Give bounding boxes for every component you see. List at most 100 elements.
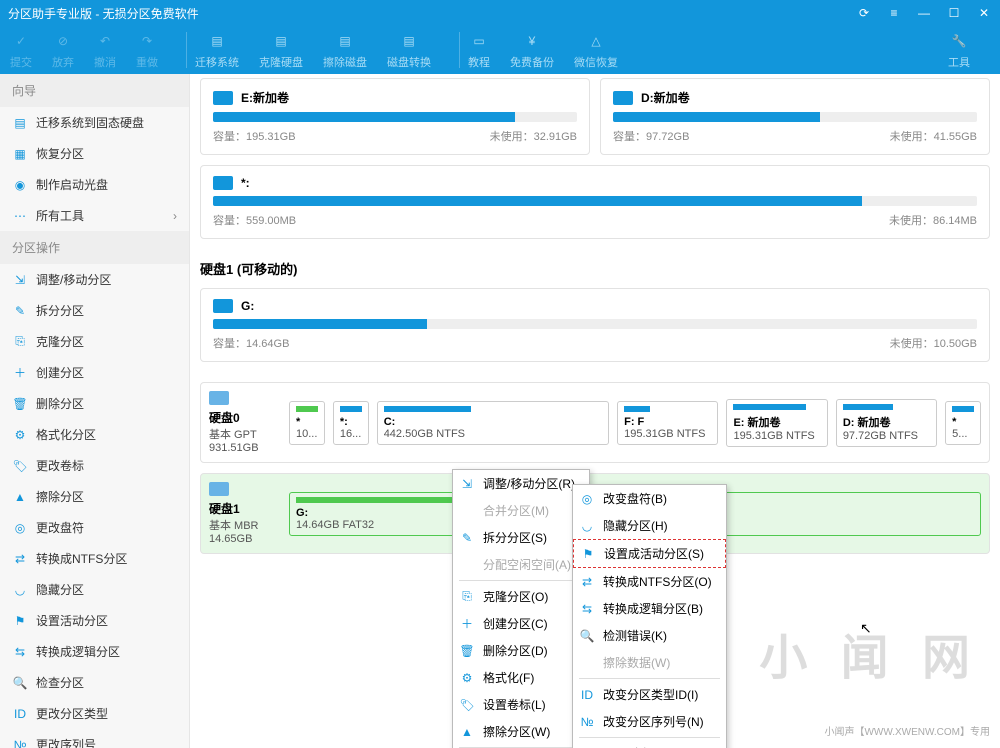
- disk-icon: ▤: [334, 30, 356, 52]
- search-icon: 🔍: [579, 628, 595, 644]
- volume-star[interactable]: *: 容量：559.00MB未使用：86.14MB: [200, 165, 990, 239]
- volume-d[interactable]: D:新加卷 容量：97.72GB未使用：41.55GB: [600, 78, 990, 155]
- undo-button[interactable]: ↶撤消: [94, 30, 116, 70]
- split-icon: ✎: [459, 530, 475, 546]
- sidebar-item-split[interactable]: ✎拆分分区: [0, 295, 189, 326]
- sidebar-item-alltools[interactable]: ⋯所有工具›: [0, 200, 189, 231]
- submit-button[interactable]: ✓提交: [10, 30, 32, 70]
- window-title: 分区助手专业版 - 无损分区免费软件: [8, 5, 856, 22]
- migrate-button[interactable]: ▤迁移系统: [195, 30, 239, 70]
- cursor-icon: ↖: [860, 620, 872, 637]
- tools-button[interactable]: 🔧工具: [948, 30, 970, 70]
- flag-icon: ⚑: [580, 546, 596, 562]
- convert-button[interactable]: ▤磁盘转换: [387, 30, 431, 70]
- eye-icon: ◡: [579, 518, 595, 534]
- sidebar-item-create[interactable]: ＋创建分区: [0, 357, 189, 388]
- volume-e[interactable]: E:新加卷 容量：195.31GB未使用：32.91GB: [200, 78, 590, 155]
- sidebar-item-delete[interactable]: 🗑删除分区: [0, 388, 189, 419]
- partition-box[interactable]: *5...: [945, 401, 981, 445]
- sidebar-item-typeid[interactable]: ID更改分区类型: [0, 698, 189, 729]
- letter-icon: ◎: [12, 520, 28, 536]
- partition-box[interactable]: E: 新加卷195.31GB NTFS: [726, 399, 827, 447]
- split-icon: ✎: [12, 303, 28, 319]
- dots-icon: ⋯: [12, 208, 28, 224]
- sidebar-item-letter[interactable]: ◎更改盘符: [0, 512, 189, 543]
- sidebar-item-wipe[interactable]: ▲擦除分区: [0, 481, 189, 512]
- wrench-icon: 🔧: [948, 30, 970, 52]
- ctx-ntfs[interactable]: ⇄转换成NTFS分区(O): [573, 568, 726, 595]
- sidebar-item-logic[interactable]: ⇆转换成逻辑分区: [0, 636, 189, 667]
- ctx-serial[interactable]: №改变分区序列号(N): [573, 708, 726, 735]
- check-icon: ✓: [10, 30, 32, 52]
- trash-icon: 🗑: [459, 643, 475, 659]
- partition-box[interactable]: F: F195.31GB NTFS: [617, 401, 718, 445]
- sidebar-item-active[interactable]: ⚑设置活动分区: [0, 605, 189, 636]
- partition-box[interactable]: *10...: [289, 401, 325, 445]
- sidebar-item-ntfs[interactable]: ⇄转换成NTFS分区: [0, 543, 189, 574]
- minimize-icon[interactable]: —: [916, 5, 932, 21]
- partition-box[interactable]: D: 新加卷97.72GB NTFS: [836, 399, 937, 447]
- ctx-create[interactable]: ＋创建分区(C): [453, 610, 589, 637]
- trash-icon: 🗑: [12, 396, 28, 412]
- ctx-wipe[interactable]: ▲擦除分区(W): [453, 718, 589, 745]
- redo-button[interactable]: ↷重做: [136, 30, 158, 70]
- sidebar-item-serial[interactable]: №更改序列号: [0, 729, 189, 748]
- close-icon[interactable]: ✕: [976, 5, 992, 21]
- tag-icon: 🏷: [459, 697, 475, 713]
- ctx-split[interactable]: ✎拆分分区(S): [453, 524, 589, 551]
- plus-icon: ＋: [459, 616, 475, 632]
- ctx-hide[interactable]: ◡隐藏分区(H): [573, 512, 726, 539]
- maximize-icon[interactable]: ☐: [946, 5, 962, 21]
- tutorial-button[interactable]: ▭教程: [468, 30, 490, 70]
- clone-button[interactable]: ▤克隆硬盘: [259, 30, 303, 70]
- disk0-strip[interactable]: 硬盘0 基本 GPT 931.51GB *10... *:16... C:442…: [200, 382, 990, 463]
- ctx-format[interactable]: ⚙格式化(F): [453, 664, 589, 691]
- disk-icon: [209, 482, 229, 496]
- ctx-delete[interactable]: 🗑删除分区(D): [453, 637, 589, 664]
- letter-icon: ◎: [579, 491, 595, 507]
- sidebar-item-migrate-ssd[interactable]: ▤迁移系统到固态硬盘: [0, 107, 189, 138]
- logic-icon: ⇆: [12, 644, 28, 660]
- ctx-align[interactable]: ≡分区对齐(T): [573, 740, 726, 748]
- sidebar-item-resize[interactable]: ⇲调整/移动分区: [0, 264, 189, 295]
- eye-icon: ◡: [12, 582, 28, 598]
- id-icon: ID: [579, 687, 595, 703]
- sidebar-item-recover[interactable]: ▦恢复分区: [0, 138, 189, 169]
- volume-g[interactable]: G: 容量：14.64GB未使用：10.50GB: [200, 288, 990, 362]
- wipe-button[interactable]: ▤擦除磁盘: [323, 30, 367, 70]
- ctx-clone[interactable]: ⎘克隆分区(O): [453, 583, 589, 610]
- disk-icon: [209, 391, 229, 405]
- sidebar: 向导 ▤迁移系统到固态硬盘 ▦恢复分区 ◉制作启动光盘 ⋯所有工具› 分区操作 …: [0, 74, 190, 748]
- disk-icon: ▤: [398, 30, 420, 52]
- ctx-typeid[interactable]: ID改变分区类型ID(I): [573, 681, 726, 708]
- ctx-logic[interactable]: ⇆转换成逻辑分区(B): [573, 595, 726, 622]
- ctx-alloc: 分配空闲空间(A): [453, 551, 589, 578]
- backup-button[interactable]: ¥免费备份: [510, 30, 554, 70]
- ctx-resize[interactable]: ⇲调整/移动分区(R): [453, 470, 589, 497]
- sidebar-item-bootcd[interactable]: ◉制作启动光盘: [0, 169, 189, 200]
- partition-box[interactable]: C:442.50GB NTFS: [377, 401, 609, 445]
- ctx-merge: 合并分区(M): [453, 497, 589, 524]
- sidebar-item-format[interactable]: ⚙格式化分区: [0, 419, 189, 450]
- content-area: E:新加卷 容量：195.31GB未使用：32.91GB D:新加卷 容量：97…: [190, 74, 1000, 748]
- clone-icon: ⎘: [459, 589, 475, 605]
- volume-icon: [213, 91, 233, 105]
- volume-icon: [613, 91, 633, 105]
- convert-icon: ⇄: [12, 551, 28, 567]
- partition-box[interactable]: *:16...: [333, 401, 369, 445]
- discard-button[interactable]: ⊘放弃: [52, 30, 74, 70]
- sidebar-item-check[interactable]: 🔍检查分区: [0, 667, 189, 698]
- sidebar-item-label[interactable]: 🏷更改卷标: [0, 450, 189, 481]
- ctx-label[interactable]: 🏷设置卷标(L): [453, 691, 589, 718]
- wechat-button[interactable]: △微信恢复: [574, 30, 618, 70]
- ctx-check[interactable]: 🔍检测错误(K): [573, 622, 726, 649]
- context-submenu-advanced: ◎改变盘符(B) ◡隐藏分区(H) ⚑设置成活动分区(S) ⇄转换成NTFS分区…: [572, 484, 727, 748]
- refresh-icon[interactable]: ⟳: [856, 5, 872, 21]
- titlebar: 分区助手专业版 - 无损分区免费软件 ⟳ ≡ — ☐ ✕: [0, 0, 1000, 26]
- sidebar-item-clone[interactable]: ⎘克隆分区: [0, 326, 189, 357]
- ctx-letter[interactable]: ◎改变盘符(B): [573, 485, 726, 512]
- sidebar-item-hide[interactable]: ◡隐藏分区: [0, 574, 189, 605]
- menu-icon[interactable]: ≡: [886, 5, 902, 21]
- ctx-set-active[interactable]: ⚑设置成活动分区(S): [573, 539, 726, 568]
- disk-icon: ▤: [206, 30, 228, 52]
